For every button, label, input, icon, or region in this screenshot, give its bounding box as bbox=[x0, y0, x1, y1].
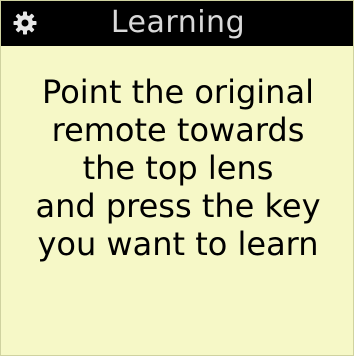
instruction-text: Point the original remote towards the to… bbox=[1, 73, 353, 263]
title-bar: Learning bbox=[1, 1, 353, 46]
instruction-line: remote towards bbox=[51, 111, 305, 149]
instruction-line: and press the key bbox=[35, 187, 321, 225]
page-title: Learning bbox=[110, 5, 246, 40]
instruction-line: the top lens bbox=[82, 149, 274, 187]
learning-screen: Learning Point the original remote towar… bbox=[0, 0, 354, 356]
instruction-line: Point the original bbox=[42, 73, 314, 111]
instruction-line: you want to learn bbox=[37, 225, 319, 263]
